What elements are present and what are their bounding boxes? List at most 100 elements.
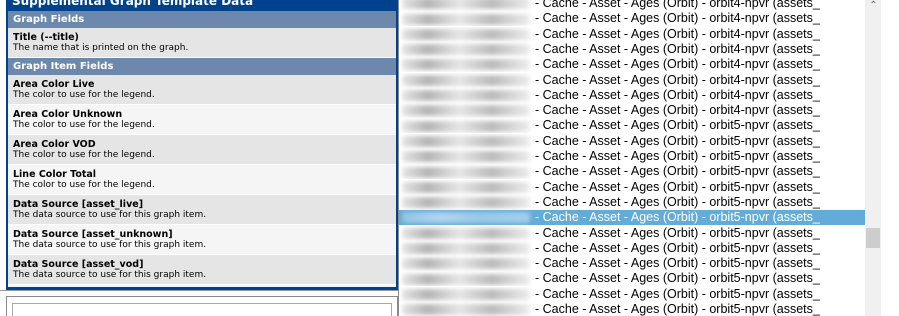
- field-row-area-color-live[interactable]: Area Color Live The color to use for the…: [8, 75, 396, 105]
- field-row-area-color-unknown[interactable]: Area Color Unknown The color to use for …: [8, 105, 396, 135]
- field-label: Data Source [asset_unknown]: [13, 229, 173, 240]
- dropdown-option[interactable]: - Cache - Asset - Ages (Orbit) - orbit4-…: [399, 57, 865, 72]
- option-label: - Cache - Asset - Ages (Orbit) - orbit5-…: [535, 225, 820, 240]
- field-row-data-source-asset-unknown[interactable]: Data Source [asset_unknown] The data sou…: [8, 225, 396, 255]
- redacted-host-name: [402, 273, 530, 285]
- option-label: - Cache - Asset - Ages (Orbit) - orbit4-…: [535, 0, 820, 10]
- field-row-title[interactable]: Title (--title) The name that is printed…: [8, 28, 396, 58]
- option-label: - Cache - Asset - Ages (Orbit) - orbit4-…: [535, 41, 820, 56]
- redacted-host-name: [402, 13, 530, 25]
- option-label: - Cache - Asset - Ages (Orbit) - orbit5-…: [535, 286, 820, 301]
- field-description: The data source to use for this graph it…: [13, 210, 207, 220]
- dropdown-option[interactable]: - Cache - Asset - Ages (Orbit) - orbit5-…: [399, 149, 865, 164]
- redacted-host-name: [402, 288, 530, 300]
- option-label: - Cache - Asset - Ages (Orbit) - orbit4-…: [535, 11, 820, 26]
- next-panel-frame: [6, 296, 398, 316]
- redacted-host-name: [402, 90, 530, 101]
- divider: [0, 290, 398, 291]
- option-label: - Cache - Asset - Ages (Orbit) - orbit5-…: [535, 149, 820, 163]
- dropdown-option[interactable]: - Cache - Asset - Ages (Orbit) - orbit5-…: [399, 256, 865, 271]
- option-label: - Cache - Asset - Ages (Orbit) - orbit4-…: [535, 87, 820, 102]
- redacted-host-name: [402, 74, 530, 86]
- option-label: - Cache - Asset - Ages (Orbit) - orbit4-…: [535, 57, 820, 72]
- redacted-host-name: [402, 197, 530, 209]
- chevron-up-icon[interactable]: ⌃: [865, 0, 882, 12]
- field-description: The color to use for the legend.: [13, 90, 155, 100]
- redacted-host-name: [402, 151, 530, 163]
- redacted-host-name: [402, 227, 530, 239]
- redacted-host-name: [402, 212, 530, 224]
- field-description: The color to use for the legend.: [13, 120, 155, 130]
- section-graph-item-fields: Graph Item Fields: [8, 58, 396, 75]
- option-label: - Cache - Asset - Ages (Orbit) - orbit5-…: [535, 302, 820, 316]
- dropdown-option[interactable]: - Cache - Asset - Ages (Orbit) - orbit4-…: [399, 11, 865, 26]
- scrollbar-thumb[interactable]: [866, 228, 880, 248]
- redacted-host-name: [402, 59, 530, 71]
- option-label: - Cache - Asset - Ages (Orbit) - orbit5-…: [535, 133, 820, 148]
- data-source-dropdown-list[interactable]: - Cache - Asset - Ages (Orbit) - orbit4-…: [398, 0, 883, 316]
- field-label: Line Color Total: [13, 169, 97, 180]
- field-label: Area Color Live: [13, 79, 95, 90]
- field-description: The name that is printed on the graph.: [13, 43, 189, 53]
- option-label: - Cache - Asset - Ages (Orbit) - orbit4-…: [535, 26, 820, 41]
- dropdown-option[interactable]: - Cache - Asset - Ages (Orbit) - orbit4-…: [399, 0, 865, 11]
- redacted-host-name: [402, 181, 530, 193]
- dropdown-option[interactable]: - Cache - Asset - Ages (Orbit) - orbit5-…: [399, 226, 865, 241]
- field-label: Area Color Unknown: [13, 109, 123, 120]
- panel-title: Supplemental Graph Template Data: [12, 0, 254, 8]
- redacted-host-name: [402, 120, 530, 132]
- supplemental-graph-template-panel: Supplemental Graph Template Data Graph F…: [6, 0, 398, 290]
- dropdown-option[interactable]: - Cache - Asset - Ages (Orbit) - orbit4-…: [399, 42, 865, 57]
- redacted-host-name: [402, 166, 530, 178]
- panel-body: Graph Fields Title (--title) The name th…: [8, 11, 396, 287]
- field-label: Title (--title): [13, 32, 79, 43]
- section-graph-fields: Graph Fields: [8, 11, 396, 28]
- redacted-host-name: [402, 105, 530, 117]
- dropdown-option[interactable]: - Cache - Asset - Ages (Orbit) - orbit5-…: [399, 241, 865, 256]
- dropdown-option[interactable]: - Cache - Asset - Ages (Orbit) - orbit5-…: [399, 195, 865, 210]
- redacted-host-name: [402, 0, 530, 10]
- field-description: The data source to use for this graph it…: [13, 240, 207, 250]
- next-panel-inner-frame: [12, 303, 392, 316]
- dropdown-option[interactable]: - Cache - Asset - Ages (Orbit) - orbit5-…: [399, 302, 865, 316]
- option-label: - Cache - Asset - Ages (Orbit) - orbit5-…: [535, 179, 820, 194]
- option-label: - Cache - Asset - Ages (Orbit) - orbit4-…: [535, 72, 820, 87]
- redacted-host-name: [402, 28, 530, 40]
- option-label: - Cache - Asset - Ages (Orbit) - orbit5-…: [535, 271, 820, 286]
- field-label: Data Source [asset_vod]: [13, 259, 144, 270]
- option-label: - Cache - Asset - Ages (Orbit) - orbit5-…: [535, 240, 820, 255]
- field-label: Data Source [asset_live]: [13, 199, 144, 210]
- redacted-host-name: [402, 304, 530, 316]
- dropdown-option[interactable]: - Cache - Asset - Ages (Orbit) - orbit5-…: [399, 180, 865, 195]
- option-label: - Cache - Asset - Ages (Orbit) - orbit5-…: [535, 118, 820, 133]
- redacted-host-name: [402, 135, 530, 147]
- redacted-host-name: [402, 243, 530, 254]
- dropdown-option[interactable]: - Cache - Asset - Ages (Orbit) - orbit5-…: [399, 210, 865, 226]
- field-row-area-color-vod[interactable]: Area Color VOD The color to use for the …: [8, 135, 396, 165]
- dropdown-option[interactable]: - Cache - Asset - Ages (Orbit) - orbit5-…: [399, 118, 865, 133]
- dropdown-option[interactable]: - Cache - Asset - Ages (Orbit) - orbit4-…: [399, 27, 865, 42]
- field-label: Area Color VOD: [13, 139, 96, 150]
- field-description: The color to use for the legend.: [13, 150, 155, 160]
- option-label: - Cache - Asset - Ages (Orbit) - orbit5-…: [535, 164, 820, 179]
- redacted-host-name: [402, 44, 530, 56]
- option-label: - Cache - Asset - Ages (Orbit) - orbit5-…: [535, 210, 820, 225]
- field-row-line-color-total[interactable]: Line Color Total The color to use for th…: [8, 165, 396, 195]
- field-row-data-source-asset-vod[interactable]: Data Source [asset_vod] The data source …: [8, 255, 396, 285]
- dropdown-option[interactable]: - Cache - Asset - Ages (Orbit) - orbit5-…: [399, 271, 865, 286]
- option-label: - Cache - Asset - Ages (Orbit) - orbit4-…: [535, 103, 820, 118]
- option-label: - Cache - Asset - Ages (Orbit) - orbit5-…: [535, 256, 820, 271]
- redacted-host-name: [402, 258, 530, 270]
- dropdown-option[interactable]: - Cache - Asset - Ages (Orbit) - orbit4-…: [399, 73, 865, 88]
- dropdown-option[interactable]: - Cache - Asset - Ages (Orbit) - orbit5-…: [399, 134, 865, 149]
- option-label: - Cache - Asset - Ages (Orbit) - orbit5-…: [535, 194, 820, 209]
- field-description: The data source to use for this graph it…: [13, 270, 207, 280]
- dropdown-option[interactable]: - Cache - Asset - Ages (Orbit) - orbit5-…: [399, 164, 865, 179]
- dropdown-option[interactable]: - Cache - Asset - Ages (Orbit) - orbit4-…: [399, 103, 865, 118]
- field-description: The color to use for the legend.: [13, 180, 155, 190]
- field-row-data-source-asset-live[interactable]: Data Source [asset_live] The data source…: [8, 195, 396, 225]
- dropdown-scrollbar[interactable]: ⌃: [865, 0, 882, 316]
- page-edge: [881, 0, 899, 316]
- dropdown-option[interactable]: - Cache - Asset - Ages (Orbit) - orbit4-…: [399, 88, 865, 103]
- dropdown-option[interactable]: - Cache - Asset - Ages (Orbit) - orbit5-…: [399, 287, 865, 302]
